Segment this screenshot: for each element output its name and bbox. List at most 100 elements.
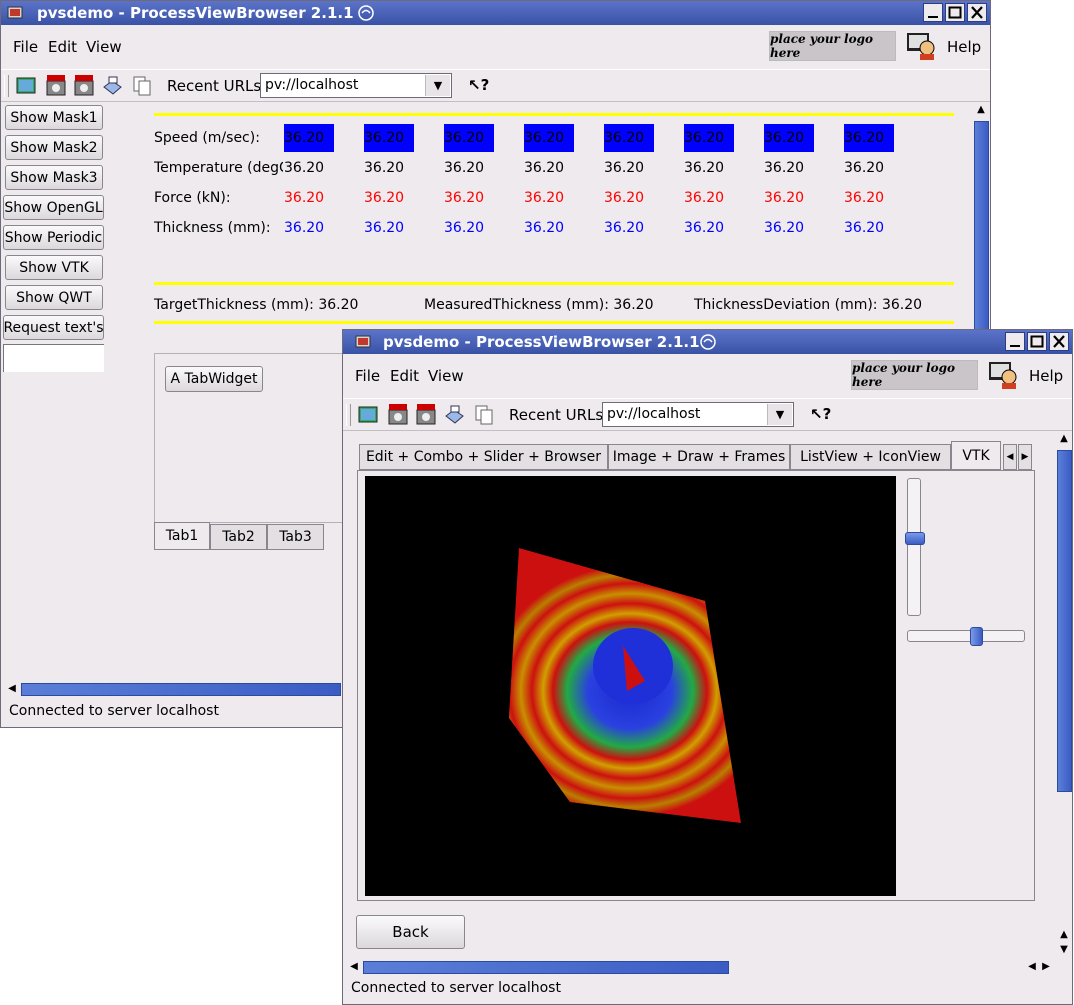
app-icon [7, 5, 23, 21]
speed-value: 36.20 [284, 124, 334, 152]
scroll-up-icon[interactable]: ▲ [1057, 432, 1071, 446]
print-icon[interactable] [101, 75, 123, 97]
show-mask3-button[interactable]: Show Mask3 [5, 165, 103, 190]
scroll-left-icon[interactable]: ◀ [347, 960, 361, 974]
thickness-value: 36.20 [444, 220, 485, 236]
save-ppm-icon[interactable] [45, 75, 67, 97]
whats-this-icon[interactable]: ↖? [468, 76, 489, 94]
toolbar: Recent URLs pv://localhost ▼ ↖? [343, 398, 1072, 431]
scroll-left-icon[interactable]: ◀ [1025, 960, 1039, 974]
force-label: Force (kN): [154, 190, 231, 206]
url-combo[interactable]: pv://localhost ▼ [260, 73, 452, 98]
image-icon[interactable] [357, 404, 379, 426]
tab-1[interactable]: Tab1 [154, 522, 210, 550]
menu-file[interactable]: File [355, 367, 380, 385]
show-vtk-button[interactable]: Show VTK [5, 255, 103, 280]
recent-urls-label: Recent URLs [167, 77, 262, 95]
scroll-right-icon[interactable]: ▶ [1039, 960, 1053, 974]
scrollbar-thumb[interactable] [21, 683, 341, 696]
tab-2[interactable]: Tab2 [210, 524, 267, 550]
tab-listview-iconview[interactable]: ListView + IconView [790, 444, 951, 470]
dropdown-arrow-icon[interactable]: ▼ [767, 404, 792, 425]
show-periodic-button[interactable]: Show Periodic [3, 225, 104, 250]
show-mask2-button[interactable]: Show Mask2 [5, 135, 103, 160]
copy-icon[interactable] [131, 75, 153, 97]
help-icon[interactable] [905, 30, 937, 62]
logo-placeholder: place your logo here [851, 360, 978, 390]
vertical-scrollbar[interactable]: ▲ ▲ ▼ [1056, 432, 1072, 962]
url-combo[interactable]: pv://localhost ▼ [602, 402, 794, 427]
toolbar-handle[interactable] [4, 75, 9, 97]
text-input[interactable] [3, 344, 104, 372]
scrollbar-thumb[interactable] [363, 961, 729, 974]
force-value: 36.20 [524, 190, 565, 206]
scroll-up-icon[interactable]: ▲ [974, 103, 988, 117]
url-value[interactable]: pv://localhost [265, 77, 358, 93]
minimize-button[interactable] [1005, 332, 1025, 351]
print-icon[interactable] [443, 404, 465, 426]
tab-edit-combo-slider-browser[interactable]: Edit + Combo + Slider + Browser [359, 444, 608, 470]
shade-icon[interactable] [699, 333, 717, 351]
back-button[interactable]: Back [356, 915, 465, 949]
help-icon[interactable] [987, 359, 1019, 391]
tab-3[interactable]: Tab3 [267, 524, 324, 550]
dropdown-arrow-icon[interactable]: ▼ [425, 75, 450, 96]
show-opengl-button[interactable]: Show OpenGL [3, 195, 104, 220]
status-bar: Connected to server localhost [351, 980, 561, 996]
shade-icon[interactable] [357, 4, 375, 22]
vtk-render-view[interactable] [365, 476, 896, 896]
whats-this-icon[interactable]: ↖? [810, 405, 831, 423]
title-bar[interactable]: pvsdemo - ProcessViewBrowser 2.1.1 [343, 330, 1072, 354]
tab-scroll-right-icon[interactable]: ▶ [1018, 444, 1032, 470]
horizontal-scrollbar[interactable]: ◀ [3, 682, 343, 697]
force-value: 36.20 [604, 190, 645, 206]
menu-edit[interactable]: Edit [390, 367, 419, 385]
maximize-button[interactable] [1027, 332, 1047, 351]
save-bmp-icon[interactable] [73, 75, 95, 97]
close-button[interactable] [967, 3, 987, 22]
copy-icon[interactable] [473, 404, 495, 426]
app-icon [355, 334, 371, 350]
thickness-value: 36.20 [684, 220, 725, 236]
slider-handle[interactable] [905, 532, 925, 545]
menu-edit[interactable]: Edit [48, 38, 77, 56]
horizontal-scrollbar[interactable]: ◀ ◀ ▶ [345, 960, 1055, 975]
temperature-value: 36.20 [764, 160, 805, 176]
menu-view[interactable]: View [86, 38, 122, 56]
slider-handle[interactable] [970, 627, 983, 646]
toolbar-handle[interactable] [346, 404, 351, 426]
minimize-button[interactable] [923, 3, 943, 22]
horizontal-slider[interactable] [907, 627, 1025, 646]
title-bar[interactable]: pvsdemo - ProcessViewBrowser 2.1.1 [1, 1, 990, 25]
force-value: 36.20 [364, 190, 405, 206]
help-label[interactable]: Help [947, 38, 981, 56]
tab-scroll-left-icon[interactable]: ◀ [1003, 444, 1017, 470]
tabwidget-button[interactable]: A TabWidget [165, 366, 263, 392]
window-title: pvsdemo - ProcessViewBrowser 2.1.1 [37, 4, 354, 22]
tab-vtk[interactable]: VTK [951, 441, 1001, 470]
save-bmp-icon[interactable] [415, 404, 437, 426]
menu-bar: File Edit View place your logo here Help [343, 354, 1072, 398]
show-mask1-button[interactable]: Show Mask1 [5, 105, 103, 130]
maximize-button[interactable] [945, 3, 965, 22]
temperature-value: 36.20 [284, 160, 325, 176]
image-icon[interactable] [15, 75, 37, 97]
menu-file[interactable]: File [13, 38, 38, 56]
scroll-up-icon[interactable]: ▲ [1057, 928, 1071, 942]
close-button[interactable] [1049, 332, 1069, 351]
force-value: 36.20 [764, 190, 805, 206]
vertical-slider[interactable] [905, 478, 925, 616]
measured-thickness-label: MeasuredThickness (mm): 36.20 [424, 297, 654, 313]
scroll-left-icon[interactable]: ◀ [5, 682, 19, 696]
show-qwt-button[interactable]: Show QWT [5, 285, 103, 310]
logo-placeholder: place your logo here [769, 31, 896, 61]
menu-view[interactable]: View [428, 367, 464, 385]
scrollbar-thumb[interactable] [1057, 450, 1072, 792]
scroll-down-icon[interactable]: ▼ [1057, 943, 1071, 957]
request-text-button[interactable]: Request text's [3, 315, 104, 340]
temperature-value: 36.20 [524, 160, 565, 176]
tab-image-draw-frames[interactable]: Image + Draw + Frames [608, 444, 790, 470]
help-label[interactable]: Help [1029, 367, 1063, 385]
save-ppm-icon[interactable] [387, 404, 409, 426]
url-value[interactable]: pv://localhost [607, 406, 700, 422]
